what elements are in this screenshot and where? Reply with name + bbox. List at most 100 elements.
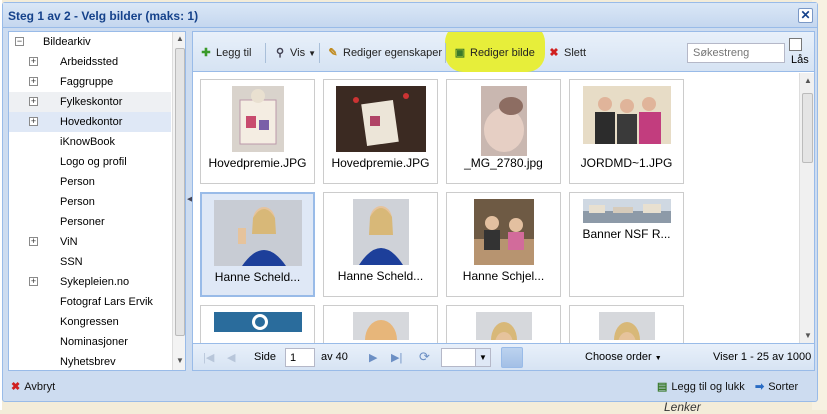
image-edit-icon: ▣	[454, 47, 466, 59]
image-thumbnail[interactable]	[323, 305, 438, 343]
tree-item-label: Nyhetsbrev	[60, 356, 116, 368]
tree-item-label: iKnowBook	[60, 136, 116, 148]
magnifier-icon: ⚲	[275, 47, 285, 59]
tree-item-label: Fotograf Lars Ervik	[60, 296, 153, 308]
image-thumbnail[interactable]: Hanne Schjel...	[446, 192, 561, 297]
image-thumbnail[interactable]: Hovedpremie.JPG	[200, 79, 315, 184]
image-picker-dialog: Steg 1 av 2 - Velg bilder (maks: 1) ✕ − …	[2, 2, 818, 402]
page-size-select[interactable]: ▼	[441, 348, 491, 367]
image-thumbnail[interactable]	[200, 305, 315, 343]
image-thumbnail[interactable]: Hovedpremie.JPG	[323, 79, 438, 184]
tree-scroll-thumb[interactable]	[175, 48, 185, 336]
thumbnail-caption: _MG_2780.jpg	[464, 156, 543, 170]
image-thumbnail[interactable]	[569, 305, 684, 343]
plus-icon: ✚	[201, 47, 211, 59]
image-thumbnail[interactable]	[446, 305, 561, 343]
thumbnail-image	[473, 199, 534, 268]
image-toolbar: ✚ Legg til ⚲ Vis ▼ ✎ Rediger egenskaper ▣ Re…	[193, 32, 814, 72]
tree-item[interactable]: Kongressen	[9, 312, 171, 332]
search-input[interactable]	[687, 43, 785, 63]
expand-icon[interactable]: +	[29, 117, 38, 126]
image-grid: Hovedpremie.JPG Hovedpremie.JPG _MG_2780.j…	[193, 73, 798, 343]
add-button[interactable]: ✚ Legg til	[199, 45, 251, 61]
edit-properties-button[interactable]: ✎ Rediger egenskaper	[326, 45, 442, 61]
lock-label: Lås	[791, 54, 809, 66]
thumbnail-caption: Banner NSF R...	[582, 227, 671, 241]
background-link: Lenker	[664, 400, 701, 414]
thumbnail-caption: Hanne Scheld...	[214, 270, 301, 284]
tree-item[interactable]: Person	[9, 192, 171, 212]
tree-item[interactable]: + Arbeidssted	[9, 52, 171, 72]
tree-item-label: Personer	[60, 216, 105, 228]
edit-image-button[interactable]: ▣ Rediger bilde	[453, 45, 535, 61]
tree-root[interactable]: − Bildearkiv	[9, 32, 171, 52]
add-and-close-button[interactable]: ▤ Legg til og lukk	[657, 380, 745, 393]
tree-item[interactable]: + ViN	[9, 232, 171, 252]
image-thumbnail[interactable]: _MG_2780.jpg	[446, 79, 561, 184]
sort-button[interactable]: ➡ Sorter	[755, 380, 798, 393]
thumbnail-image	[475, 312, 532, 343]
thumbnail-image	[480, 86, 527, 159]
grid-scrollbar[interactable]: ▲ ▼	[799, 73, 814, 343]
tree-scrollbar[interactable]: ▲ ▼	[172, 32, 185, 370]
tree-item-label: Logo og profil	[60, 156, 127, 168]
tree-item[interactable]: SSN	[9, 252, 171, 272]
tree-item[interactable]: Nyhetsbrev	[9, 352, 171, 370]
document-icon: ▤	[657, 381, 668, 393]
close-icon[interactable]: ✕	[798, 8, 813, 23]
page-label: Side	[254, 351, 277, 363]
tree-item-label: Person	[60, 196, 95, 208]
tree-item[interactable]: + Hovedkontor	[9, 112, 171, 132]
dialog-footer: ✖ Avbryt ▤ Legg til og lukk ➡ Sorter	[3, 373, 817, 401]
image-thumbnail[interactable]: Hanne Scheld...	[323, 192, 438, 297]
last-page-icon[interactable]: ▶|	[391, 351, 402, 364]
tree-item[interactable]: Personer	[9, 212, 171, 232]
tree-item[interactable]: Fotograf Lars Ervik	[9, 292, 171, 312]
thumbnail-image	[352, 312, 409, 343]
cancel-button[interactable]: ✖ Avbryt	[11, 380, 55, 393]
tree-item[interactable]: iKnowBook	[9, 132, 171, 152]
thumbnail-image	[213, 312, 302, 335]
dialog-titlebar: Steg 1 av 2 - Velg bilder (maks: 1) ✕	[3, 3, 817, 28]
collapse-icon[interactable]: −	[15, 37, 24, 46]
view-toggle-button[interactable]	[501, 347, 523, 368]
tree-item[interactable]: + Fylkeskontor	[9, 92, 171, 112]
prev-page-icon[interactable]: ◀	[227, 351, 235, 364]
view-menu-button[interactable]: ⚲ Vis ▼	[273, 45, 316, 61]
tree-item-label: Sykepleien.no	[60, 276, 130, 288]
tree-item[interactable]: Person	[9, 172, 171, 192]
tree-item[interactable]: + Faggruppe	[9, 72, 171, 92]
arrow-right-icon: ➡	[755, 381, 765, 393]
expand-icon[interactable]: +	[29, 97, 38, 106]
scroll-down-icon[interactable]: ▼	[176, 356, 184, 365]
first-page-icon[interactable]: |◀	[203, 351, 214, 364]
choose-order-menu[interactable]: Choose order ▼	[585, 351, 662, 363]
image-thumbnail[interactable]: Banner NSF R...	[569, 192, 684, 297]
scroll-up-icon[interactable]: ▲	[176, 34, 184, 43]
thumbnail-caption: Hanne Scheld...	[337, 269, 424, 283]
image-thumbnail[interactable]: JORDMD~1.JPG	[569, 79, 684, 184]
expand-icon[interactable]: +	[29, 57, 38, 66]
thumbnail-image	[231, 86, 284, 155]
tree-item-label: Kongressen	[60, 316, 119, 328]
delete-button[interactable]: ✖ Slett	[547, 45, 586, 61]
chevron-down-icon[interactable]: ▼	[475, 349, 490, 366]
thumbnail-image	[598, 312, 655, 343]
tree-item[interactable]: Logo og profil	[9, 152, 171, 172]
grid-scroll-thumb[interactable]	[802, 93, 813, 163]
expand-icon[interactable]: +	[29, 237, 38, 246]
tree-item-label: Person	[60, 176, 95, 188]
refresh-icon[interactable]: ⟳	[419, 349, 430, 365]
scroll-down-icon[interactable]: ▼	[804, 331, 812, 340]
tree-item[interactable]: + Sykepleien.no	[9, 272, 171, 292]
expand-icon[interactable]: +	[29, 77, 38, 86]
tree-item[interactable]: Nominasjoner	[9, 332, 171, 352]
next-page-icon[interactable]: ▶	[369, 351, 377, 364]
lock-checkbox[interactable]	[789, 38, 802, 51]
expand-icon[interactable]: +	[29, 277, 38, 286]
tree-item-label: Fylkeskontor	[60, 96, 123, 108]
image-thumbnail[interactable]: Hanne Scheld...	[200, 192, 315, 297]
tree-item-label: Nominasjoner	[60, 336, 128, 348]
page-number-input[interactable]	[285, 348, 315, 367]
scroll-up-icon[interactable]: ▲	[804, 76, 812, 85]
